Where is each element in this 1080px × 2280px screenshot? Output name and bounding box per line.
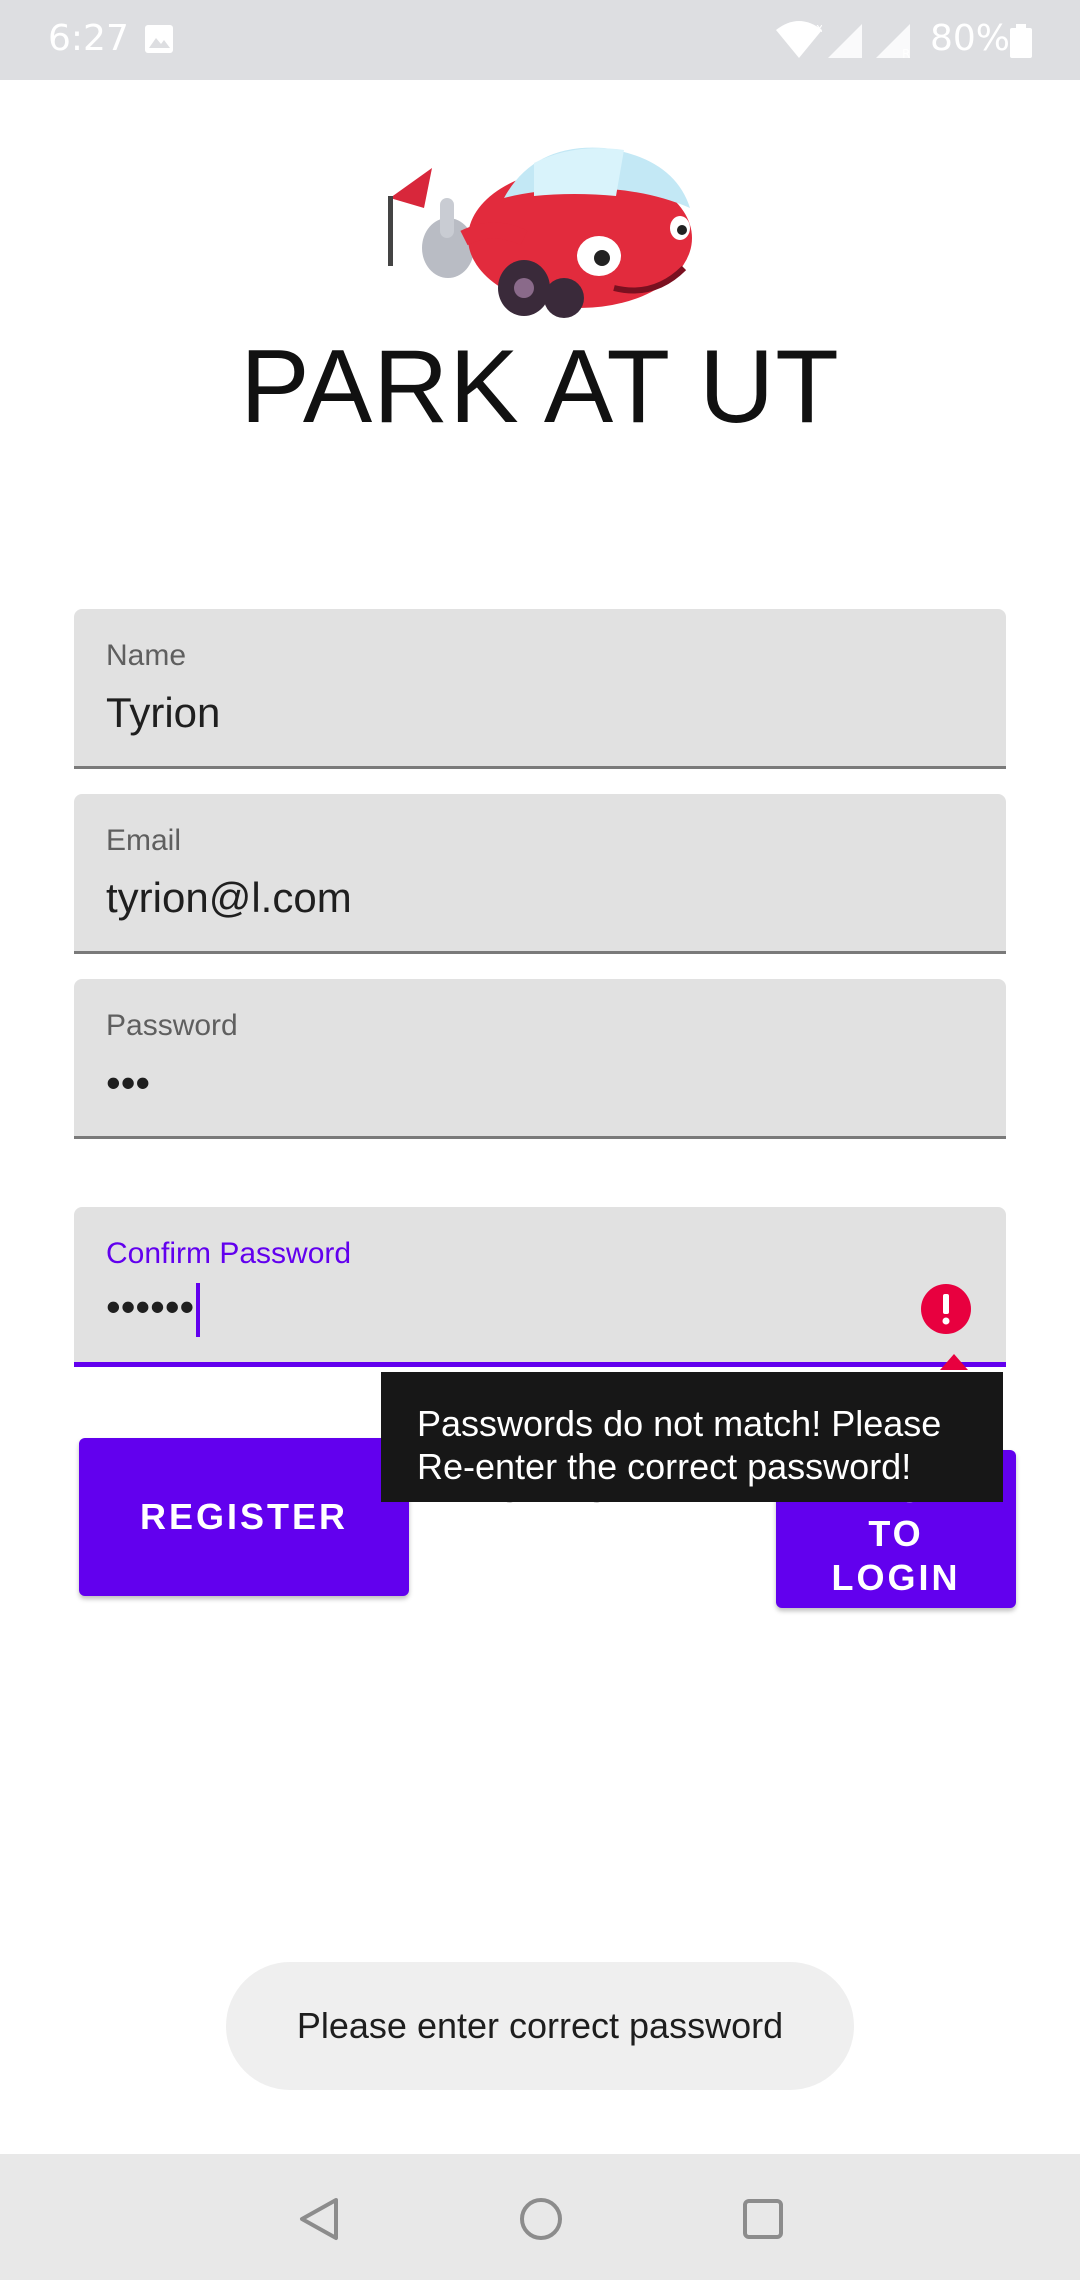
error-popup: Passwords do not match! Please Re-enter … bbox=[381, 1372, 1003, 1502]
password-label: Password bbox=[106, 1009, 238, 1042]
confirm-password-input[interactable]: •••••• bbox=[106, 1283, 194, 1330]
password-field[interactable]: Password ••• bbox=[74, 979, 1006, 1139]
text-cursor bbox=[196, 1283, 201, 1337]
status-time: 6:27 bbox=[48, 18, 129, 59]
error-icon[interactable] bbox=[920, 1283, 972, 1335]
password-input[interactable]: ••• bbox=[106, 1059, 150, 1107]
back-nav-icon[interactable] bbox=[296, 2196, 342, 2242]
signal-icon bbox=[828, 24, 862, 58]
home-nav-icon[interactable] bbox=[518, 2196, 564, 2242]
name-input[interactable]: Tyrion bbox=[106, 689, 220, 737]
register-button[interactable]: REGISTER bbox=[79, 1438, 409, 1596]
app-title: PARK AT UT bbox=[240, 329, 840, 445]
back-to-login-line3: LOGIN bbox=[831, 1557, 961, 1598]
status-bar: 6:27 x R 80% bbox=[0, 0, 1080, 80]
signal-icon: R bbox=[876, 24, 910, 60]
confirm-password-label: Confirm Password bbox=[106, 1237, 352, 1270]
svg-text:x: x bbox=[816, 21, 822, 35]
error-popup-arrow bbox=[940, 1354, 968, 1370]
confirm-password-field[interactable]: Confirm Password •••••• bbox=[74, 1207, 1006, 1367]
image-icon bbox=[145, 25, 173, 53]
email-field[interactable]: Email tyrion@l.com bbox=[74, 794, 1006, 954]
confirm-password-input-wrap[interactable]: •••••• bbox=[106, 1283, 201, 1337]
recent-apps-nav-icon[interactable] bbox=[742, 2198, 784, 2240]
name-label: Name bbox=[106, 639, 187, 672]
battery-icon bbox=[1010, 24, 1032, 58]
email-label: Email bbox=[106, 824, 182, 857]
error-popup-line1: Passwords do not match! Please bbox=[417, 1403, 942, 1444]
back-to-login-line2: TO bbox=[868, 1513, 924, 1554]
battery-percent: 80% bbox=[930, 18, 1011, 59]
email-input[interactable]: tyrion@l.com bbox=[106, 874, 352, 922]
name-field[interactable]: Name Tyrion bbox=[74, 609, 1006, 769]
car-mascot-logo bbox=[388, 147, 692, 318]
wifi-icon: x bbox=[776, 21, 822, 58]
error-popup-line2: Re-enter the correct password! bbox=[417, 1446, 912, 1487]
toast-message: Please enter correct password bbox=[226, 1962, 854, 2090]
svg-text:R: R bbox=[902, 47, 910, 60]
